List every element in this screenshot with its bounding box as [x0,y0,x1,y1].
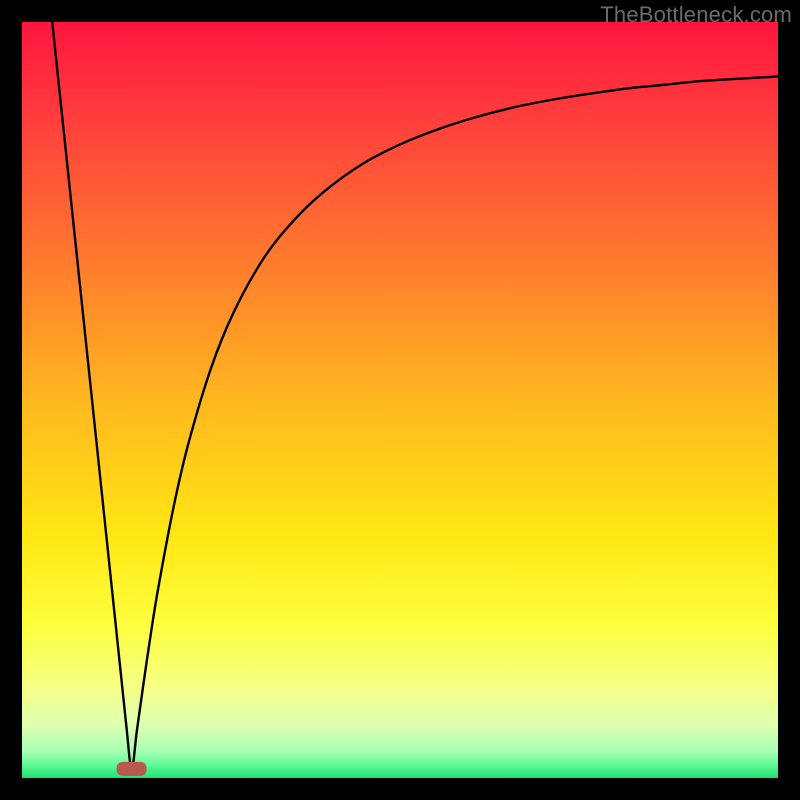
chart-frame: TheBottleneck.com [0,0,800,800]
chart-svg [22,22,778,778]
watermark-text: TheBottleneck.com [600,2,792,28]
gradient-background [22,22,778,778]
chart-plot-area [22,22,778,778]
minimum-marker [117,762,147,776]
